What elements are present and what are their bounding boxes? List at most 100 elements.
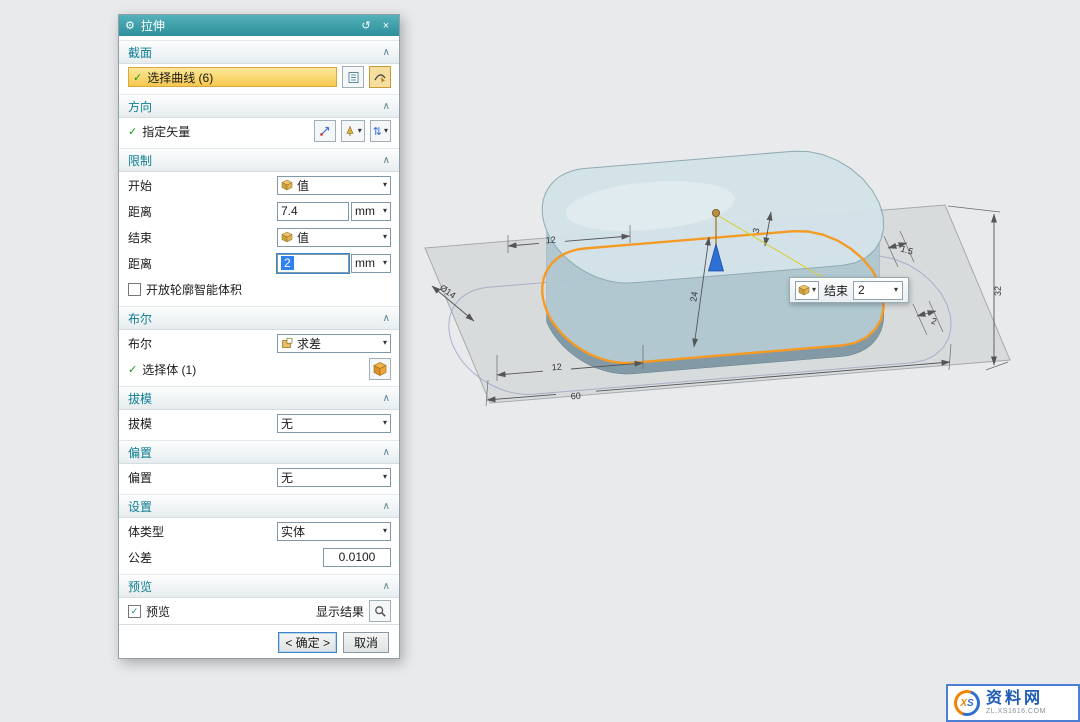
body-type-dropdown[interactable]: 实体 ▾: [277, 522, 391, 541]
chevron-up-icon[interactable]: ∧: [383, 501, 390, 512]
distance-start-label: 距离: [128, 203, 272, 220]
subtract-icon: [281, 337, 293, 349]
distance-end-input[interactable]: 2: [277, 254, 349, 273]
dialog-titlebar[interactable]: ⚙ 拉伸 ↺ ×: [119, 15, 399, 36]
chevron-up-icon[interactable]: ∧: [383, 581, 390, 592]
boolean-row: 布尔 求差 ▾: [119, 330, 399, 356]
unit-label: mm: [355, 256, 375, 270]
dialog-button-row: < 确定 > 取消: [119, 624, 399, 661]
section-header-draft[interactable]: 拔模 ∧: [119, 386, 399, 410]
body-type-label: 体类型: [128, 523, 272, 540]
value-cube-icon: [798, 284, 810, 296]
section-header-section[interactable]: 截面 ∧: [119, 40, 399, 64]
check-icon: ✓: [128, 125, 137, 138]
caret-down-icon: ▾: [812, 286, 816, 294]
extrude-dialog: ⚙ 拉伸 ↺ × 截面 ∧ ✓ 选择曲线 (6): [118, 14, 400, 659]
draft-value: 无: [281, 415, 293, 432]
preview-checkbox[interactable]: ✓: [128, 605, 141, 618]
select-body-label: 选择体 (1): [142, 361, 364, 378]
dim-height-mid-label: 24: [688, 291, 699, 302]
watermark-logo-x: X: [960, 698, 967, 709]
origin-ball[interactable]: [712, 209, 719, 216]
caret-down-icon: ▾: [383, 259, 387, 267]
boolean-dropdown[interactable]: 求差 ▾: [277, 334, 391, 353]
start-type-dropdown[interactable]: 值 ▾: [277, 176, 391, 195]
chevron-up-icon[interactable]: ∧: [383, 313, 390, 324]
select-body-row: ✓ 选择体 (1): [119, 356, 399, 382]
section-header-direction[interactable]: 方向 ∧: [119, 94, 399, 118]
offset-dropdown[interactable]: 无 ▾: [277, 468, 391, 487]
vector-type-combo[interactable]: ▾: [341, 120, 365, 142]
curve-rule-button[interactable]: [369, 66, 391, 88]
tolerance-input[interactable]: 0.0100: [323, 548, 391, 567]
body-type-value: 实体: [281, 523, 305, 540]
open-profile-checkbox[interactable]: [128, 283, 141, 296]
gear-icon[interactable]: ⚙: [125, 19, 135, 32]
select-curve-field[interactable]: ✓ 选择曲线 (6): [128, 67, 337, 87]
section-title: 偏置: [128, 444, 152, 461]
caret-down-icon: ▾: [384, 127, 388, 135]
mini-end-input[interactable]: 2 ▾: [853, 281, 903, 300]
select-curve-row: ✓ 选择曲线 (6): [119, 64, 399, 90]
onscreen-input-toolbar: ▾ 结束 2 ▾: [789, 277, 909, 303]
distance-start-value: 7.4: [281, 204, 298, 218]
curve-list-button[interactable]: [342, 66, 364, 88]
dim-length-label: 60: [570, 391, 581, 402]
end-label: 结束: [128, 229, 272, 246]
chevron-up-icon[interactable]: ∧: [383, 447, 390, 458]
dim-offset-bottom-label: 12: [551, 362, 562, 373]
section-header-preview[interactable]: 预览 ∧: [119, 574, 399, 598]
section-header-offset[interactable]: 偏置 ∧: [119, 440, 399, 464]
distance-start-row: 距离 7.4 mm ▾: [119, 198, 399, 224]
reverse-direction-combo[interactable]: ⇅ ▾: [370, 120, 391, 142]
caret-down-icon: ▾: [383, 181, 387, 189]
body-cube-icon: [372, 361, 388, 377]
reset-icon[interactable]: ↺: [359, 19, 373, 32]
dialog-title: 拉伸: [141, 17, 165, 34]
section-header-settings[interactable]: 设置 ∧: [119, 494, 399, 518]
distance-start-unit-dropdown[interactable]: mm ▾: [351, 202, 391, 221]
end-limit-mini-dropdown[interactable]: ▾: [795, 281, 819, 300]
open-profile-label: 开放轮廓智能体积: [146, 281, 242, 298]
tolerance-label: 公差: [128, 549, 272, 566]
chevron-up-icon[interactable]: ∧: [383, 393, 390, 404]
caret-down-icon: ▾: [383, 207, 387, 215]
section-title: 设置: [128, 498, 152, 515]
preview-label: 预览: [146, 603, 311, 620]
tolerance-row: 公差 0.0100: [119, 544, 399, 570]
distance-start-input[interactable]: 7.4: [277, 202, 349, 221]
section-title: 布尔: [128, 310, 152, 327]
caret-down-icon: ▾: [358, 127, 362, 135]
specify-vector-label: 指定矢量: [142, 123, 309, 140]
draft-row: 拔模 无 ▾: [119, 410, 399, 436]
show-result-button[interactable]: [369, 600, 391, 622]
boolean-label: 布尔: [128, 335, 272, 352]
distance-end-unit-dropdown[interactable]: mm ▾: [351, 254, 391, 273]
chevron-up-icon[interactable]: ∧: [383, 47, 390, 58]
vector-dialog-button[interactable]: [314, 120, 336, 142]
select-body-button[interactable]: [369, 358, 391, 380]
caret-down-icon: ▾: [383, 473, 387, 481]
section-header-limits[interactable]: 限制 ∧: [119, 148, 399, 172]
value-cube-icon: [281, 179, 293, 191]
draft-dropdown[interactable]: 无 ▾: [277, 414, 391, 433]
ok-button[interactable]: < 确定 >: [278, 632, 337, 653]
dim-width-right-label: 32: [993, 286, 1003, 296]
end-row: 结束 值 ▾: [119, 224, 399, 250]
offset-value: 无: [281, 469, 293, 486]
caret-down-icon: ▾: [383, 339, 387, 347]
close-icon[interactable]: ×: [379, 20, 393, 32]
end-type-dropdown[interactable]: 值 ▾: [277, 228, 391, 247]
section-header-boolean[interactable]: 布尔 ∧: [119, 306, 399, 330]
caret-down-icon: ▾: [383, 419, 387, 427]
start-label: 开始: [128, 177, 272, 194]
chevron-up-icon[interactable]: ∧: [383, 155, 390, 166]
curve-rule-icon: [373, 70, 387, 84]
cancel-button[interactable]: 取消: [343, 632, 389, 653]
section-title: 截面: [128, 44, 152, 61]
open-profile-row: 开放轮廓智能体积: [119, 276, 399, 302]
chevron-up-icon[interactable]: ∧: [383, 101, 390, 112]
vector-dialog-icon: [319, 125, 331, 137]
dim-offset-top-label: 12: [545, 235, 556, 246]
distance-end-label: 距离: [128, 255, 272, 272]
